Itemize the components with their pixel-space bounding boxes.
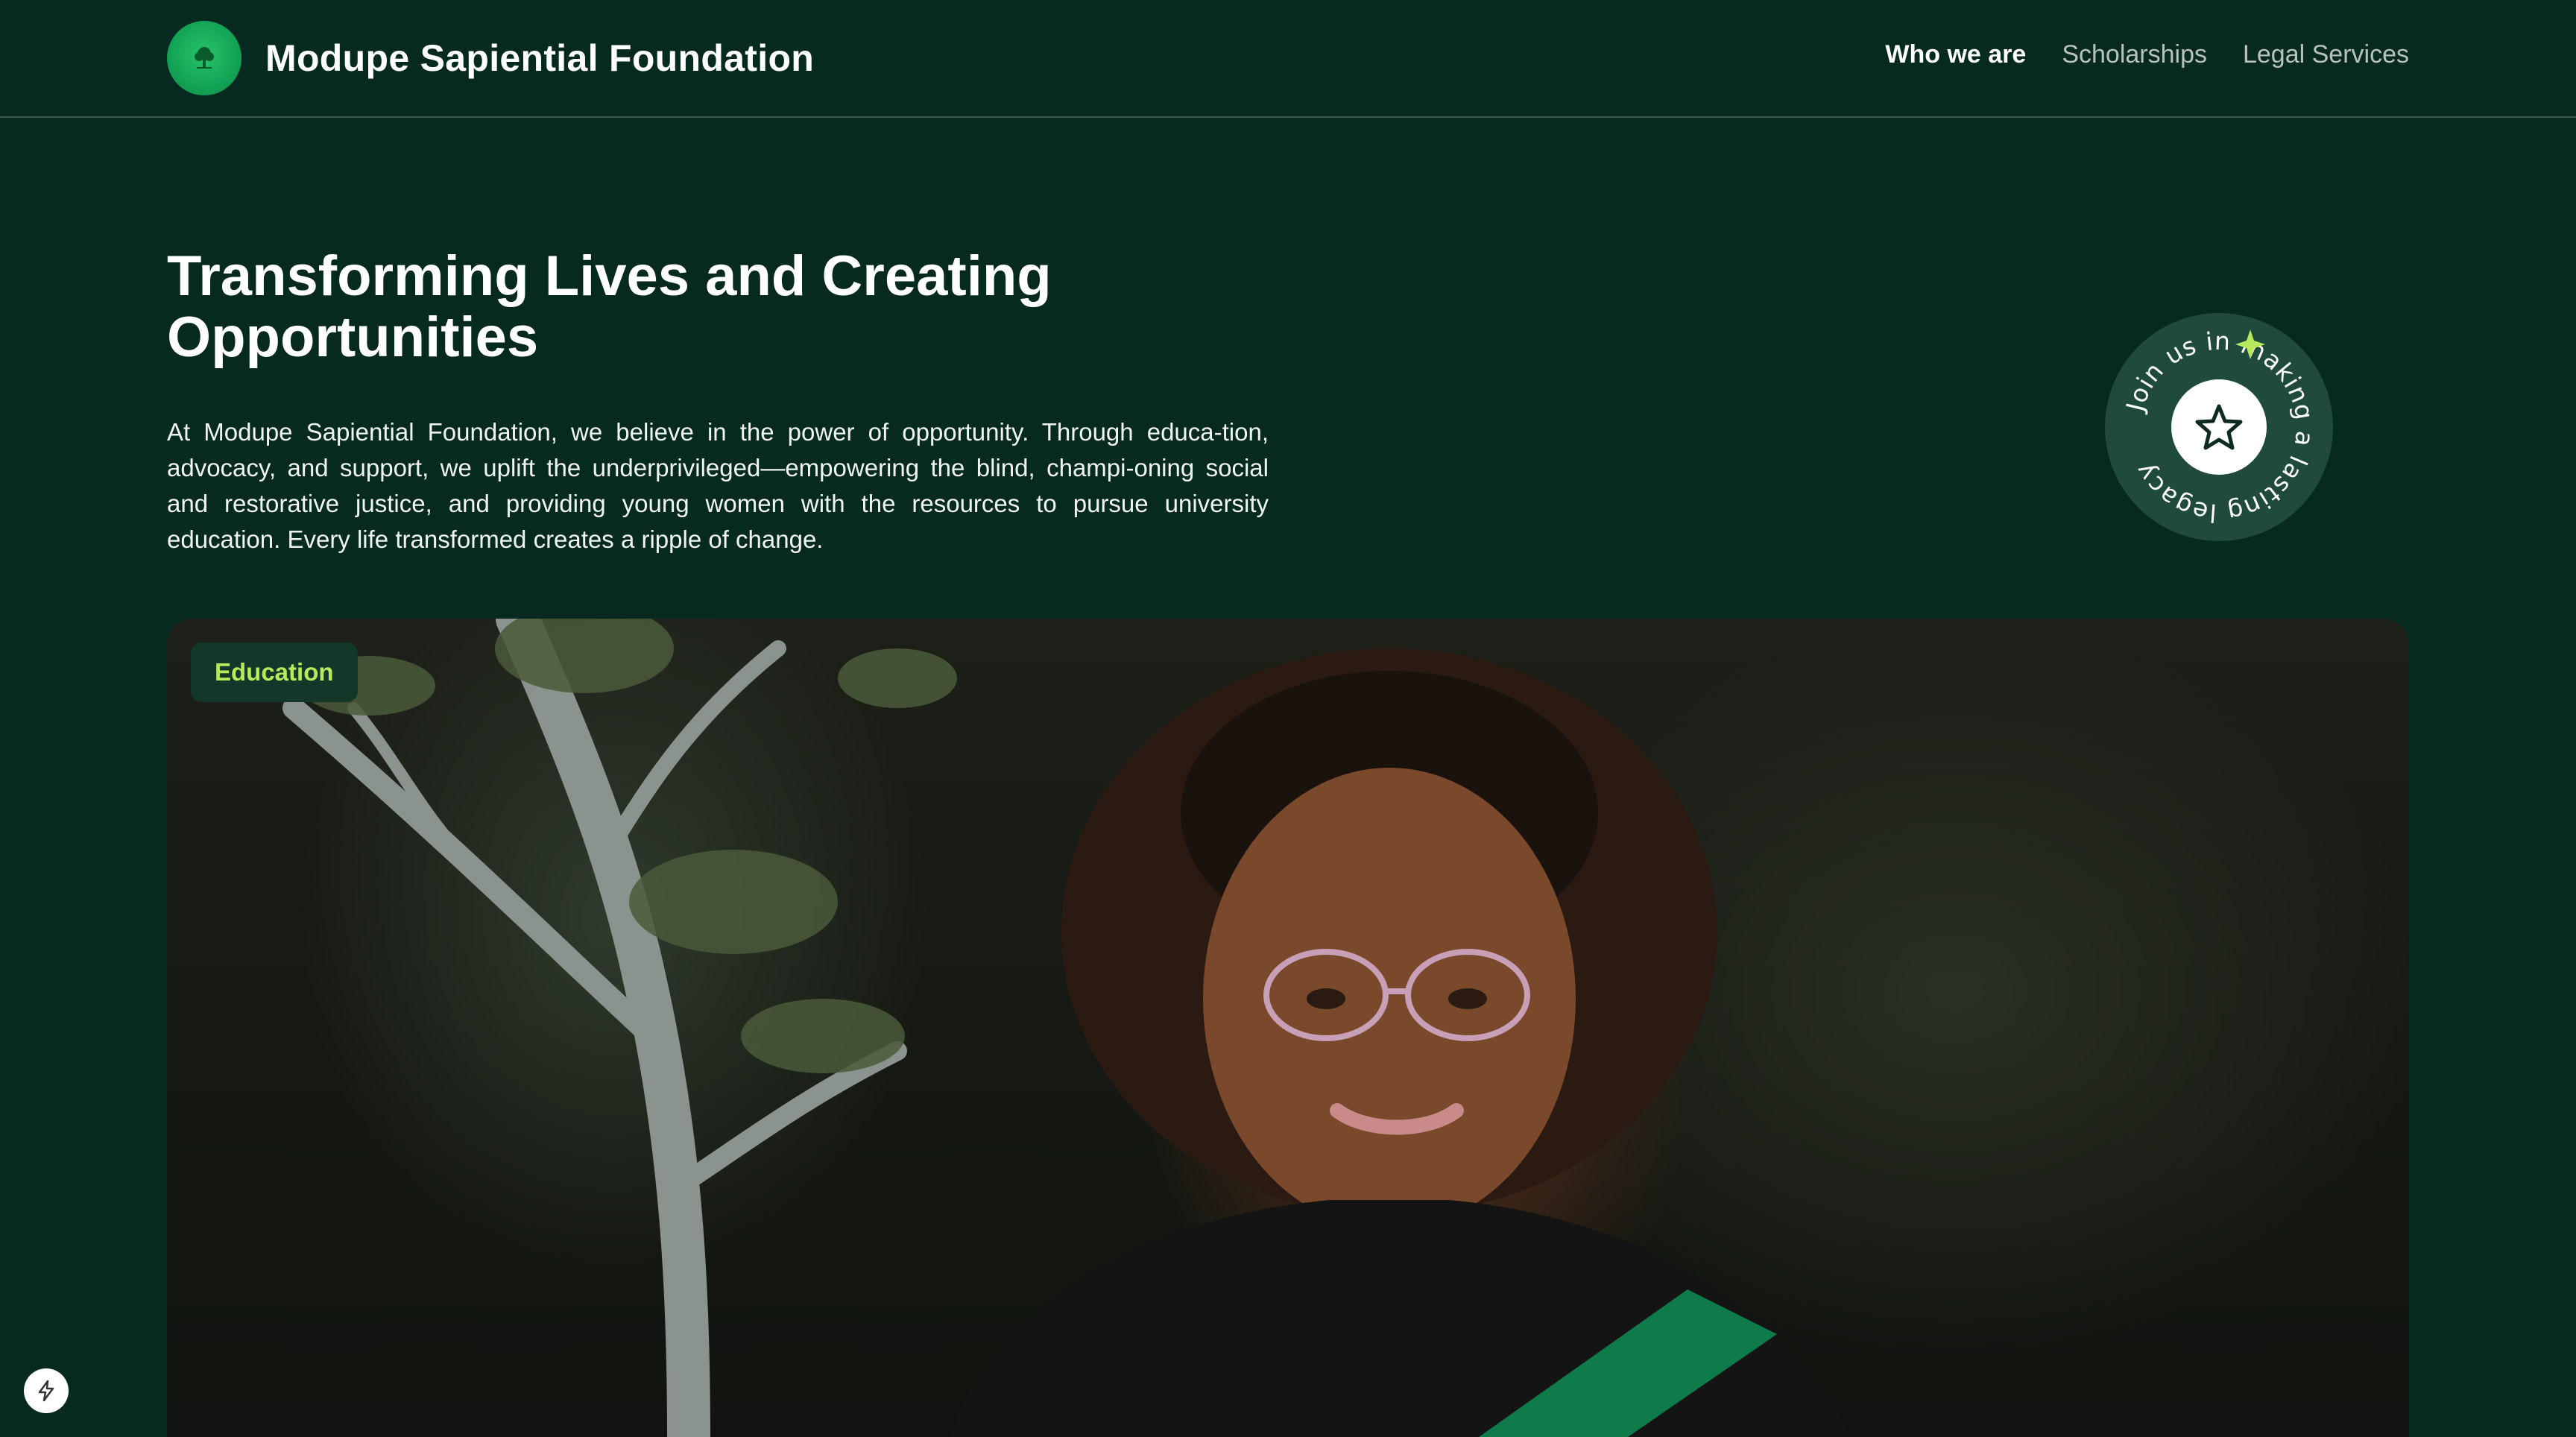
hero-media: Education bbox=[167, 619, 2409, 1437]
hero-title: Transforming Lives and Creating Opportun… bbox=[167, 244, 1052, 369]
main-nav: Who we are Scholarships Legal Services bbox=[1885, 40, 2409, 69]
badge-center bbox=[2171, 379, 2267, 475]
hero-description: At Modupe Sapiential Foundation, we beli… bbox=[167, 418, 1269, 553]
site-header: Modupe Sapiential Foundation Who we are … bbox=[0, 0, 2576, 118]
brand[interactable]: Modupe Sapiential Foundation bbox=[167, 21, 814, 95]
graduate-woman-photo bbox=[282, 619, 1852, 1437]
join-us-badge[interactable]: Join us in making a lasting legacy bbox=[2105, 313, 2333, 541]
category-tag[interactable]: Education bbox=[191, 642, 358, 702]
nav-legal-services[interactable]: Legal Services bbox=[2243, 40, 2409, 69]
graduate-figure bbox=[950, 648, 1852, 1437]
brand-name[interactable]: Modupe Sapiential Foundation bbox=[265, 37, 814, 80]
nav-scholarships[interactable]: Scholarships bbox=[2062, 40, 2207, 69]
lightning-bolt-icon[interactable] bbox=[24, 1368, 69, 1413]
tree-logo-icon[interactable] bbox=[167, 21, 242, 95]
nav-who-we-are[interactable]: Who we are bbox=[1885, 40, 2026, 69]
